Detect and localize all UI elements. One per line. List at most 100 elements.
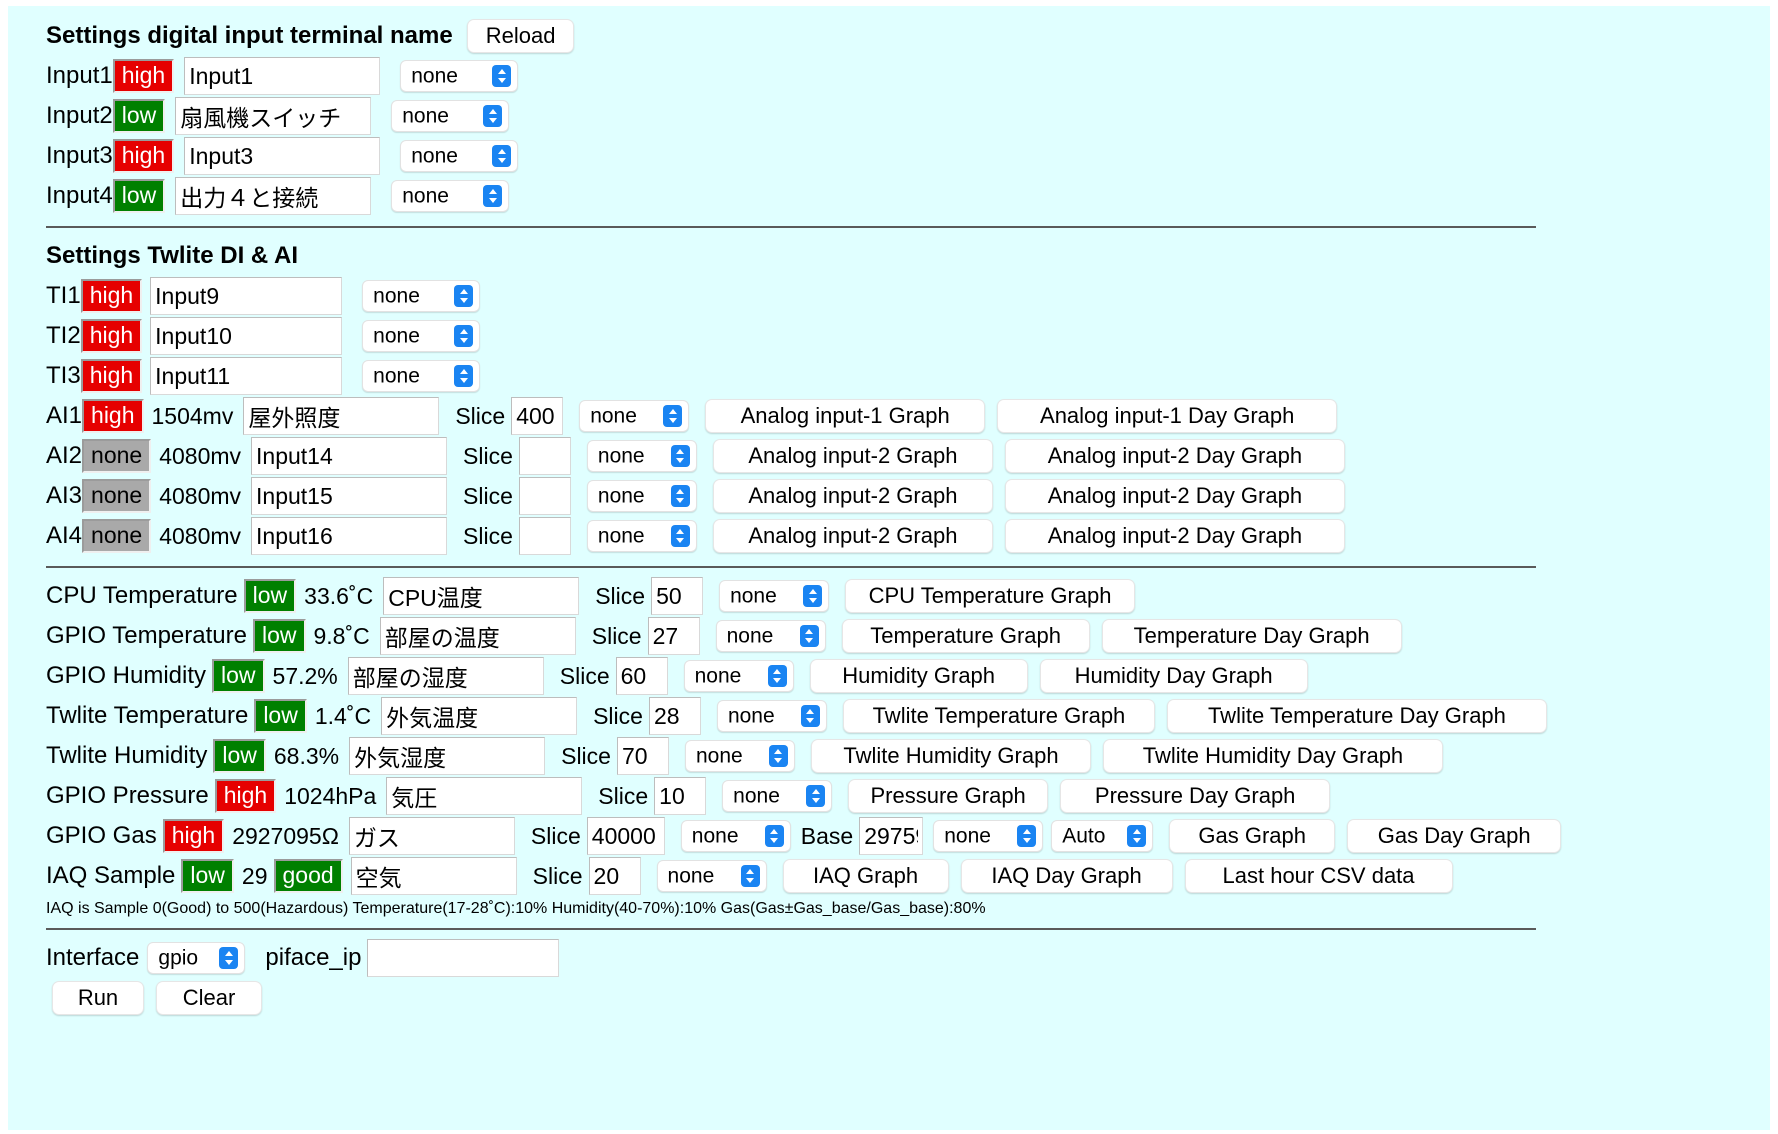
twlite-ai-name-field[interactable]	[251, 517, 448, 555]
sensor-state-badge: low	[213, 738, 266, 774]
sensor-day-graph-button[interactable]: Twlite Humidity Day Graph	[1102, 739, 1443, 773]
analog-input-graph-button[interactable]: Analog input-2 Graph	[712, 439, 993, 473]
interface-select[interactable]: gpio	[147, 942, 246, 974]
analog-input-day-graph-button[interactable]: Analog input-2 Day Graph	[1004, 479, 1345, 513]
twlite-ai-select-value: none	[597, 484, 645, 508]
twlite-ai-name-field[interactable]	[243, 397, 440, 435]
sensor-day-graph-button[interactable]: Pressure Day Graph	[1060, 779, 1331, 813]
digital-input-select[interactable]: none	[391, 100, 510, 132]
digital-input-select-value: none	[411, 144, 458, 168]
gas-graph-button[interactable]: Gas Graph	[1169, 819, 1336, 853]
twlite-ai-name-field[interactable]	[251, 437, 448, 475]
twlite-di-name-field[interactable]	[150, 357, 343, 395]
sensor-slice-label: Slice	[598, 782, 649, 809]
twlite-di-name-field[interactable]	[150, 317, 343, 355]
sensor-name-field[interactable]	[383, 577, 580, 615]
analog-input-day-graph-button[interactable]: Analog input-1 Day Graph	[997, 399, 1338, 433]
digital-input-name-field[interactable]	[184, 57, 381, 95]
sensor-select[interactable]: none	[719, 580, 830, 612]
sensor-name-field[interactable]	[386, 777, 583, 815]
gas-slice-field[interactable]	[586, 817, 665, 855]
last-hour-csv-button[interactable]: Last hour CSV data	[1184, 859, 1453, 893]
digital-input-name-field[interactable]	[184, 137, 381, 175]
digital-input-row: Input4 low none	[46, 176, 1770, 216]
twlite-di-select[interactable]: none	[362, 360, 481, 392]
analog-input-graph-button[interactable]: Analog input-2 Graph	[712, 479, 993, 513]
digital-input-select[interactable]: none	[400, 60, 519, 92]
gas-base-select[interactable]: none	[933, 820, 1044, 852]
analog-input-graph-button[interactable]: Analog input-1 Graph	[705, 399, 986, 433]
iaq-slice-field[interactable]	[588, 857, 641, 895]
twlite-ai-select[interactable]: none	[586, 440, 697, 472]
sensor-slice-field[interactable]	[647, 617, 700, 655]
digital-input-select[interactable]: none	[400, 140, 519, 172]
twlite-ai-select[interactable]: none	[586, 480, 697, 512]
twlite-header: Settings Twlite DI & AI	[46, 236, 1770, 276]
clear-button[interactable]: Clear	[156, 981, 262, 1015]
sensor-day-graph-button[interactable]: Twlite Temperature Day Graph	[1166, 699, 1547, 733]
analog-input-day-graph-button[interactable]: Analog input-2 Day Graph	[1004, 439, 1345, 473]
sensor-select[interactable]: none	[684, 740, 795, 772]
twlite-di-label: TI3	[46, 362, 81, 389]
analog-input-day-graph-button[interactable]: Analog input-2 Day Graph	[1004, 519, 1345, 553]
sensor-graph-button[interactable]: Twlite Temperature Graph	[842, 699, 1155, 733]
twlite-ai-select[interactable]: none	[579, 400, 690, 432]
digital-input-row: Input3 high none	[46, 136, 1770, 176]
sensor-slice-label: Slice	[593, 702, 643, 729]
twlite-di-select[interactable]: none	[362, 280, 481, 312]
gas-base-field[interactable]	[859, 817, 924, 855]
sensor-slice-label: Slice	[591, 622, 642, 649]
sensor-select[interactable]: none	[715, 620, 826, 652]
sensor-name-field[interactable]	[349, 737, 546, 775]
iaq-day-graph-button[interactable]: IAQ Day Graph	[960, 859, 1173, 893]
gas-name-field[interactable]	[348, 817, 515, 855]
iaq-graph-button[interactable]: IAQ Graph	[782, 859, 949, 893]
sensor-select[interactable]: none	[722, 780, 833, 812]
gas-select[interactable]: none	[680, 820, 791, 852]
twlite-ai-slice-field[interactable]	[518, 517, 571, 555]
twlite-di-name-field[interactable]	[150, 277, 343, 315]
sensor-label: Twlite Humidity	[46, 742, 208, 769]
sensor-slice-field[interactable]	[615, 657, 668, 695]
twlite-ai-slice-field[interactable]	[511, 397, 564, 435]
gas-auto-select[interactable]: Auto	[1051, 820, 1154, 852]
sensor-graph-button[interactable]: Pressure Graph	[848, 779, 1049, 813]
twlite-ai-slice-field[interactable]	[518, 477, 571, 515]
sensor-day-graph-button[interactable]: Temperature Day Graph	[1101, 619, 1402, 653]
sensor-name-field[interactable]	[379, 617, 576, 655]
chevron-updown-icon	[803, 585, 823, 607]
sensor-name-field[interactable]	[381, 697, 578, 735]
iaq-name-field[interactable]	[350, 857, 517, 895]
sensor-name-field[interactable]	[347, 657, 544, 695]
digital-input-name-field[interactable]	[175, 97, 372, 135]
sensor-select[interactable]: none	[683, 660, 794, 692]
digital-input-label: Input1	[46, 62, 113, 89]
reload-button[interactable]: Reload	[466, 19, 575, 53]
sensor-value: 33.6˚C	[304, 582, 374, 609]
chevron-updown-icon	[670, 445, 690, 467]
analog-input-graph-button[interactable]: Analog input-2 Graph	[712, 519, 993, 553]
sensor-graph-button[interactable]: CPU Temperature Graph	[845, 579, 1136, 613]
sensor-slice-field[interactable]	[651, 577, 704, 615]
run-button[interactable]: Run	[52, 981, 144, 1015]
sensor-graph-button[interactable]: Twlite Humidity Graph	[810, 739, 1091, 773]
digital-input-name-field[interactable]	[175, 177, 372, 215]
piface-ip-field[interactable]	[367, 939, 560, 977]
sensor-day-graph-button[interactable]: Humidity Day Graph	[1039, 659, 1308, 693]
iaq-select[interactable]: none	[656, 860, 767, 892]
sensor-graph-button[interactable]: Temperature Graph	[841, 619, 1090, 653]
digital-input-select[interactable]: none	[391, 180, 510, 212]
sensor-select-value: none	[727, 704, 775, 728]
sensor-slice-field[interactable]	[616, 737, 669, 775]
gas-day-graph-button[interactable]: Gas Day Graph	[1347, 819, 1562, 853]
sensor-slice-field[interactable]	[654, 777, 707, 815]
sensor-select[interactable]: none	[716, 700, 827, 732]
sensor-slice-field[interactable]	[648, 697, 701, 735]
chevron-updown-icon	[483, 185, 503, 207]
twlite-di-select[interactable]: none	[362, 320, 481, 352]
digital-inputs-title: Settings digital input terminal name	[46, 22, 453, 49]
twlite-ai-name-field[interactable]	[251, 477, 448, 515]
twlite-ai-slice-field[interactable]	[518, 437, 571, 475]
sensor-graph-button[interactable]: Humidity Graph	[809, 659, 1028, 693]
twlite-ai-select[interactable]: none	[586, 520, 697, 552]
